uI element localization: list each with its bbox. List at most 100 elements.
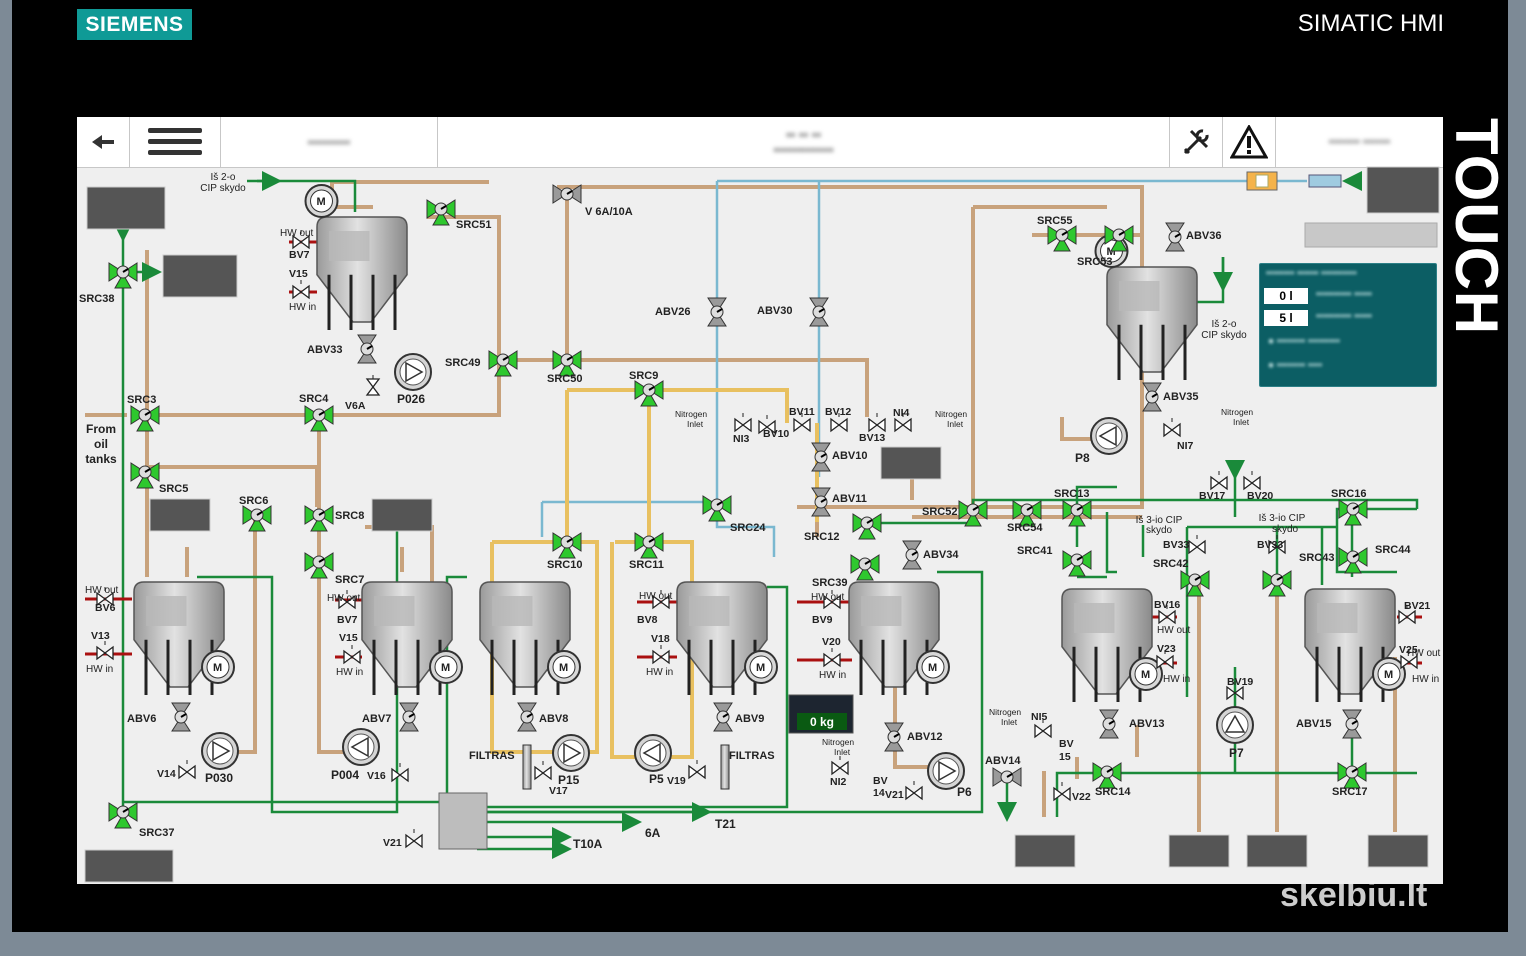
valve-src17[interactable]: SRC17 — [1332, 762, 1367, 798]
manual-valve-bv10[interactable]: BV10 — [758, 415, 789, 440]
manual-valve-bv16[interactable]: BV16 — [1154, 599, 1180, 625]
tank-7[interactable]: M — [1061, 588, 1163, 702]
pump-p7[interactable]: P7 — [1216, 706, 1254, 760]
valve-src38[interactable]: SRC38 — [79, 262, 138, 305]
valve-src24[interactable]: SRC24 — [702, 495, 766, 534]
panel-value-1[interactable]: 0 l — [1264, 288, 1308, 304]
svg-text:HW out: HW out — [280, 228, 314, 239]
valve-src10[interactable]: SRC10 — [547, 532, 582, 571]
valve-abv33[interactable]: ABV33 — [307, 334, 377, 364]
manual-valve-bv33b[interactable]: BV33 — [1257, 535, 1286, 555]
manual-valve-bv19[interactable]: BV19 — [1226, 676, 1253, 701]
process-diagram: MM M M M MM MM SRC38SRC3 SRC4SRC5SRC6SRC7SRC8S… — [79, 166, 1441, 883]
oil-source-3: tanks — [85, 452, 117, 466]
valve-src6[interactable]: SRC6 — [239, 495, 272, 532]
valve-abv11[interactable]: ABV11 — [811, 487, 867, 517]
valve-src4[interactable]: SRC4 — [299, 393, 334, 432]
panel-radio-1[interactable]: ● ▪▪▪▪▪▪▪▪ ▪▪▪▪▪▪▪▪▪ — [1268, 336, 1340, 352]
valve-abv12[interactable]: ABV12 — [884, 722, 942, 752]
svg-text:NI2: NI2 — [830, 776, 847, 788]
cip-source-top-1: Iš 2-o — [210, 172, 235, 183]
valve-src7[interactable]: SRC7 — [304, 552, 364, 586]
cip3-source-b-2: skydo — [1272, 524, 1299, 535]
panel-value-2[interactable]: 5 l — [1264, 310, 1308, 326]
valve-abv36[interactable]: ABV36 — [1165, 222, 1221, 252]
manual-valve-ni4[interactable]: NI4 — [893, 407, 912, 433]
cip-source-right-2: CIP skydo — [1201, 330, 1247, 341]
svg-text:HW in: HW in — [1412, 674, 1439, 685]
manual-valve-v14[interactable]: V14 — [157, 760, 196, 780]
svg-text:BV20: BV20 — [1247, 490, 1273, 502]
manual-valve-ni7[interactable]: NI7 — [1163, 418, 1194, 452]
valve-abv35[interactable]: ABV35 — [1142, 382, 1198, 412]
manual-valve-v6a[interactable]: V6A — [345, 375, 381, 412]
manual-valve-bv33a[interactable]: BV33 — [1163, 535, 1206, 555]
svg-text:HW in: HW in — [336, 667, 363, 678]
svg-text:M: M — [441, 662, 450, 674]
valve-src37[interactable]: SRC37 — [108, 802, 174, 839]
svg-text:SRC39: SRC39 — [812, 577, 847, 589]
valve-abv30[interactable]: ABV30 — [757, 297, 829, 327]
valve-abv26[interactable]: ABV26 — [655, 297, 727, 327]
valve-abv9[interactable]: ABV9 — [713, 702, 764, 732]
valve-abv10[interactable]: ABV10 — [811, 442, 867, 472]
svg-text:P004: P004 — [331, 768, 359, 782]
cip-source-right-1: Iš 2-o — [1211, 319, 1236, 330]
svg-text:SRC8: SRC8 — [335, 510, 364, 522]
valve-v6a10a[interactable]: V 6A/10A — [552, 184, 633, 218]
tank-3[interactable]: M — [361, 581, 463, 695]
manual-valve-ni3[interactable]: NI3 — [733, 413, 752, 445]
manual-valve-bv12[interactable]: BV12 — [825, 406, 851, 433]
manual-valve-bv17[interactable]: BV17 — [1199, 471, 1228, 502]
manual-valve-v19[interactable]: V19 — [667, 760, 706, 787]
svg-text:SRC55: SRC55 — [1037, 215, 1072, 227]
touch-label: TOUCH — [1443, 118, 1510, 336]
tank-2[interactable]: M — [133, 581, 235, 695]
valve-abv14[interactable]: ABV14 — [985, 755, 1022, 787]
manual-valve-ni5[interactable]: NI5 — [1031, 711, 1052, 739]
manual-valve-v22[interactable]: V22 — [1053, 782, 1091, 803]
svg-text:SRC5: SRC5 — [159, 483, 188, 495]
manual-valve-bv20[interactable]: BV20 — [1243, 471, 1273, 502]
pump-p5[interactable]: P5 — [634, 734, 672, 786]
manual-valve-v16[interactable]: V16 — [367, 763, 409, 783]
svg-text:V13: V13 — [91, 630, 110, 642]
svg-text:ABV33: ABV33 — [307, 344, 342, 356]
valve-src11[interactable]: SRC11 — [629, 532, 664, 571]
valve-abv15[interactable]: ABV15 — [1296, 709, 1362, 739]
scale-display: 0 kg — [788, 694, 854, 734]
valve-src44[interactable]: SRC44 — [1338, 544, 1411, 574]
manual-valve-v21b[interactable]: V21 — [885, 781, 923, 801]
manual-valve-bv11[interactable]: BV11 — [789, 406, 815, 433]
svg-text:V6A: V6A — [345, 400, 366, 412]
valve-abv13[interactable]: ABV13 — [1099, 709, 1164, 739]
svg-text:15: 15 — [1059, 751, 1071, 763]
pump-p030[interactable]: P030 — [201, 732, 239, 785]
svg-text:V19: V19 — [667, 775, 686, 787]
manual-valve-ni2[interactable]: NI2 — [830, 756, 849, 788]
valve-src41[interactable]: SRC41 — [1017, 545, 1092, 577]
manual-valve-bv13[interactable]: BV13 — [859, 413, 886, 444]
pump-p6[interactable]: P6 — [927, 752, 972, 799]
tank-6[interactable]: M — [848, 581, 950, 695]
manual-valve-bv21[interactable]: BV21 — [1398, 600, 1430, 625]
svg-text:BV21: BV21 — [1404, 600, 1430, 612]
pump-p15[interactable]: P15 — [552, 734, 590, 787]
valve-abv8[interactable]: ABV8 — [517, 702, 568, 732]
pump-p026[interactable]: P026 — [394, 353, 432, 406]
manual-valve-v21a[interactable]: V21 — [383, 829, 423, 849]
valve-abv6[interactable]: ABV6 — [127, 702, 191, 732]
valve-src14[interactable]: SRC14 — [1092, 762, 1131, 798]
valve-src8[interactable]: SRC8 — [304, 505, 364, 532]
valve-abv7[interactable]: ABV7 — [362, 702, 419, 732]
pump-p8[interactable]: P8 — [1075, 417, 1128, 465]
valve-src50[interactable]: SRC50 — [547, 350, 582, 385]
valve-src3[interactable]: SRC3 — [127, 394, 160, 432]
svg-text:SRC13: SRC13 — [1054, 488, 1089, 500]
valve-abv34[interactable]: ABV34 — [902, 540, 959, 570]
panel-radio-2[interactable]: ● ▪▪▪▪▪▪▪▪ ▪▪▪▪ — [1268, 360, 1322, 376]
filter-label-2: FILTRAS — [729, 750, 775, 762]
valve-src49[interactable]: SRC49 — [445, 350, 518, 377]
tank-8[interactable]: M — [1304, 588, 1406, 702]
tank-4[interactable]: M — [479, 581, 581, 695]
